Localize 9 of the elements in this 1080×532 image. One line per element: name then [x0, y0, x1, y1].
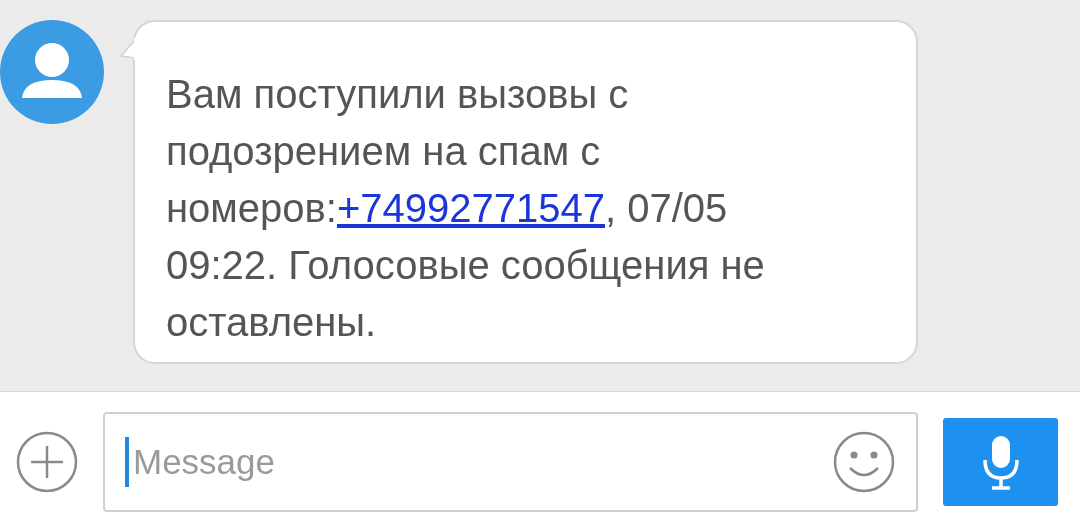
voice-button[interactable] [943, 418, 1058, 506]
message-text: Вам поступили вызовы с подозрением на спам с номеров:+74992771547, 07/05 09:22. Голосовые сообщения не оставлены. [166, 71, 766, 346]
emoji-icon[interactable] [832, 430, 896, 494]
add-icon[interactable] [16, 431, 78, 493]
avatar-icon [0, 20, 104, 124]
text-cursor [125, 437, 129, 487]
message-field[interactable]: Message [103, 412, 918, 512]
microphone-icon [980, 434, 1021, 490]
phone-link[interactable]: +74992771547 [336, 186, 605, 230]
